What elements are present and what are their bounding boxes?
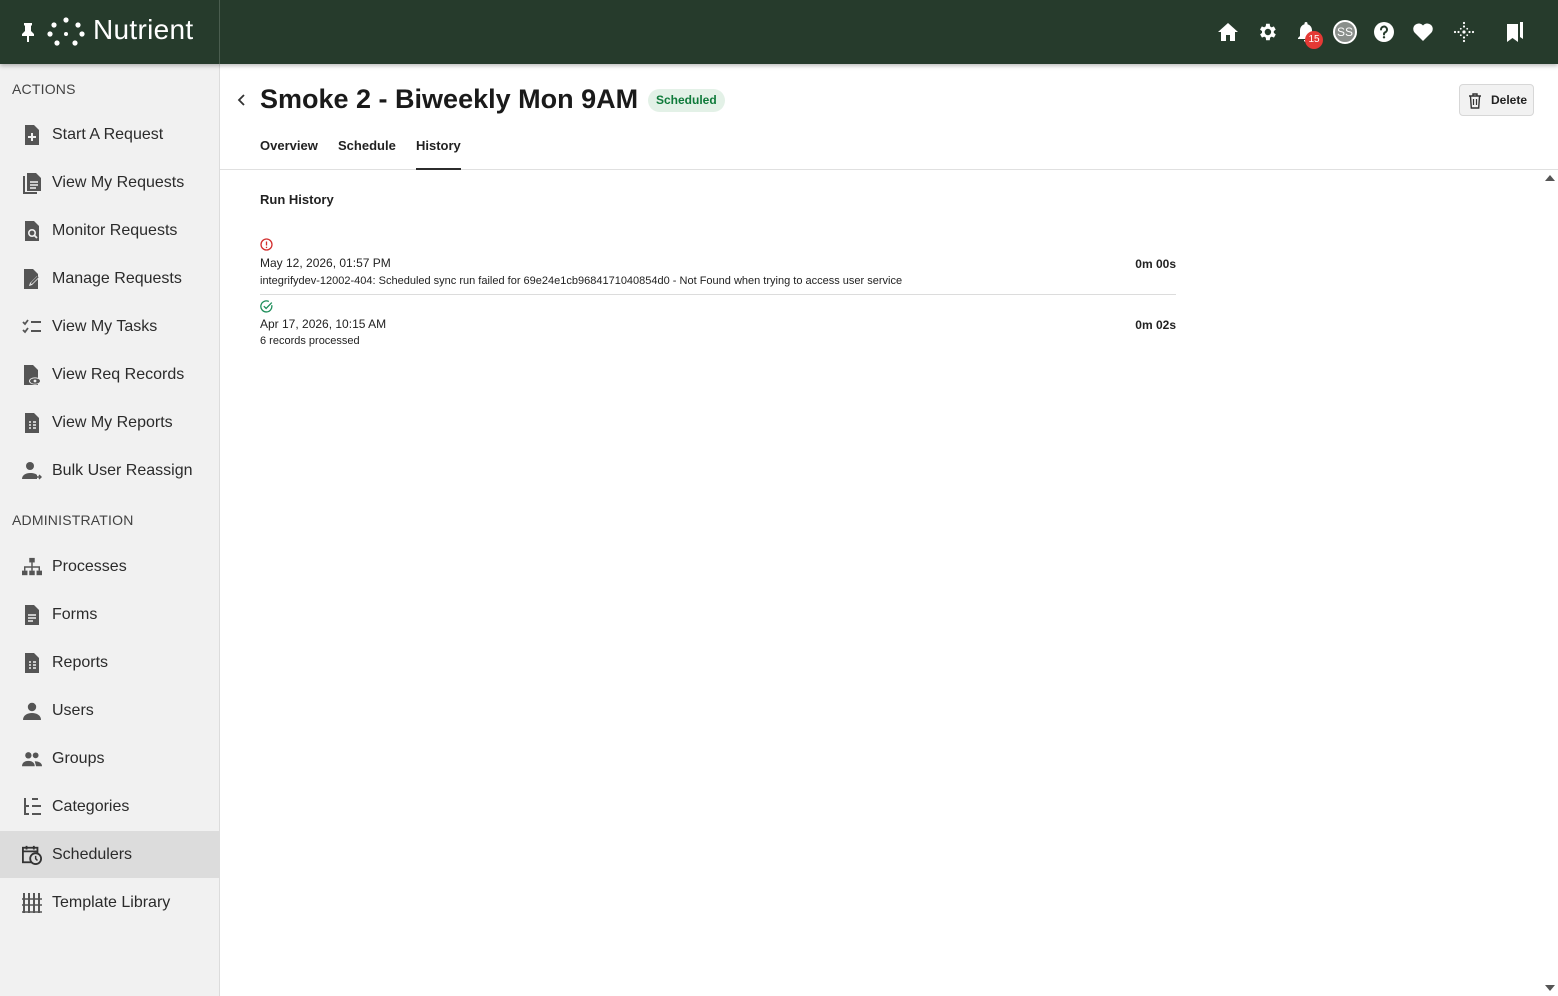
run-duration: 0m 00s bbox=[1135, 257, 1176, 271]
report-icon bbox=[22, 652, 42, 674]
sidebar-item-label: Bulk User Reassign bbox=[52, 461, 193, 479]
sidebar-item-monitor-requests[interactable]: Monitor Requests bbox=[0, 207, 219, 254]
sidebar-item-label: View Req Records bbox=[52, 365, 185, 383]
tab-bar: Overview Schedule History bbox=[220, 128, 1558, 170]
scroll-down-arrow-icon[interactable] bbox=[1545, 985, 1555, 991]
sidebar-item-groups[interactable]: Groups bbox=[0, 735, 219, 782]
sidebar-item-template-library[interactable]: Template Library bbox=[0, 879, 219, 926]
sidebar-item-label: Start A Request bbox=[52, 125, 164, 143]
run-duration: 0m 02s bbox=[1135, 318, 1176, 332]
delete-button[interactable]: Delete bbox=[1459, 84, 1534, 116]
sidebar-item-label: View My Tasks bbox=[52, 317, 158, 335]
check-circle-icon bbox=[260, 300, 273, 313]
help-button[interactable] bbox=[1372, 20, 1396, 44]
sidebar-item-view-my-tasks[interactable]: View My Tasks bbox=[0, 303, 219, 350]
sidebar-item-label: Schedulers bbox=[52, 845, 133, 863]
user-reassign-icon bbox=[22, 460, 42, 482]
sidebar-item-forms[interactable]: Forms bbox=[0, 591, 219, 638]
sidebar-item-processes[interactable]: Processes bbox=[0, 543, 219, 590]
sidebar-item-manage-requests[interactable]: Manage Requests bbox=[0, 255, 219, 302]
bookmarks-button[interactable] bbox=[1503, 20, 1527, 44]
sidebar-item-bulk-user-reassign[interactable]: Bulk User Reassign bbox=[0, 447, 219, 494]
file-search-icon bbox=[22, 220, 42, 242]
tab-overview[interactable]: Overview bbox=[260, 138, 318, 170]
report-icon bbox=[22, 412, 42, 434]
error-circle-icon bbox=[260, 238, 273, 251]
run-date: Apr 17, 2026, 10:15 AM bbox=[260, 317, 387, 331]
top-bar: Nutrient 15 SS bbox=[0, 0, 1558, 64]
sidebar-item-categories[interactable]: Categories bbox=[0, 783, 219, 830]
favorites-button[interactable] bbox=[1411, 20, 1435, 44]
group-icon bbox=[22, 748, 42, 770]
tab-schedule[interactable]: Schedule bbox=[338, 138, 396, 170]
user-avatar[interactable]: SS bbox=[1333, 20, 1357, 44]
ai-assistant-button[interactable] bbox=[1452, 20, 1476, 44]
divider bbox=[260, 294, 1176, 295]
home-icon bbox=[1218, 23, 1238, 41]
sidebar-item-reports[interactable]: Reports bbox=[0, 639, 219, 686]
files-icon bbox=[22, 172, 42, 194]
sidebar-item-label: Categories bbox=[52, 797, 130, 815]
section-title-actions: ACTIONS bbox=[12, 81, 76, 97]
run-message: 6 records processed bbox=[260, 335, 360, 347]
library-icon bbox=[22, 892, 42, 914]
notifications-button[interactable]: 15 bbox=[1294, 20, 1323, 49]
trash-icon bbox=[1469, 93, 1481, 109]
home-button[interactable] bbox=[1216, 20, 1240, 44]
sidebar-item-label: Manage Requests bbox=[52, 269, 182, 287]
sidebar-item-label: Reports bbox=[52, 653, 109, 671]
logo-icon bbox=[47, 17, 85, 46]
gear-icon bbox=[1260, 23, 1276, 41]
settings-button[interactable] bbox=[1255, 20, 1279, 44]
sidebar-item-label: View My Requests bbox=[52, 173, 185, 191]
sidebar-item-view-my-reports[interactable]: View My Reports bbox=[0, 399, 219, 446]
sidebar-item-start-a-request[interactable]: Start A Request bbox=[0, 111, 219, 158]
section-heading: Run History bbox=[260, 192, 334, 207]
sidebar-item-label: View My Reports bbox=[52, 413, 173, 431]
sidebar-item-schedulers[interactable]: Schedulers bbox=[0, 831, 219, 878]
checklist-icon bbox=[22, 316, 42, 338]
section-title-administration: ADMINISTRATION bbox=[12, 512, 134, 528]
pin-icon[interactable] bbox=[19, 22, 37, 42]
sidebar-item-label: Groups bbox=[52, 749, 105, 767]
form-icon bbox=[22, 604, 42, 626]
sidebar-item-label: Monitor Requests bbox=[52, 221, 178, 239]
tree-icon bbox=[22, 796, 42, 818]
sidebar-item-users[interactable]: Users bbox=[0, 687, 219, 734]
run-date: May 12, 2026, 01:57 PM bbox=[260, 256, 391, 270]
hierarchy-icon bbox=[22, 556, 42, 578]
sidebar-item-view-my-requests[interactable]: View My Requests bbox=[0, 159, 219, 206]
bookmarks-icon bbox=[1507, 22, 1523, 42]
sidebar-item-view-req-records[interactable]: View Req Records bbox=[0, 351, 219, 398]
calendar-clock-icon bbox=[22, 844, 42, 866]
file-edit-icon bbox=[22, 268, 42, 290]
heart-icon bbox=[1413, 23, 1433, 41]
run-history-item: Apr 17, 2026, 10:15 AM 0m 02s 6 records … bbox=[260, 300, 1176, 352]
tab-history[interactable]: History bbox=[416, 138, 461, 170]
file-plus-icon bbox=[22, 124, 42, 146]
delete-button-label: Delete bbox=[1491, 93, 1528, 107]
user-icon bbox=[22, 700, 42, 722]
notification-count-badge: 15 bbox=[1305, 31, 1323, 49]
back-chevron-icon[interactable] bbox=[234, 92, 250, 108]
sidebar-item-label: Forms bbox=[52, 605, 98, 623]
run-history-item: May 12, 2026, 01:57 PM 0m 00s integrifyd… bbox=[260, 238, 1176, 292]
sidebar-item-label: Users bbox=[52, 701, 94, 719]
scroll-up-arrow-icon[interactable] bbox=[1545, 175, 1555, 181]
brand-name: Nutrient bbox=[93, 14, 194, 45]
help-icon bbox=[1374, 22, 1394, 42]
brand: Nutrient bbox=[0, 0, 220, 64]
file-eye-icon bbox=[22, 364, 42, 386]
page-title: Smoke 2 - Biweekly Mon 9AM bbox=[260, 84, 639, 114]
sidebar-item-label: Processes bbox=[52, 557, 127, 575]
sidebar: ACTIONS Start A Request View My Requests… bbox=[0, 64, 220, 996]
status-badge: Scheduled bbox=[648, 89, 725, 112]
sparkle-icon bbox=[1453, 21, 1475, 43]
sidebar-item-label: Template Library bbox=[52, 893, 171, 911]
run-message: integrifydev-12002-404: Scheduled sync r… bbox=[260, 275, 903, 287]
